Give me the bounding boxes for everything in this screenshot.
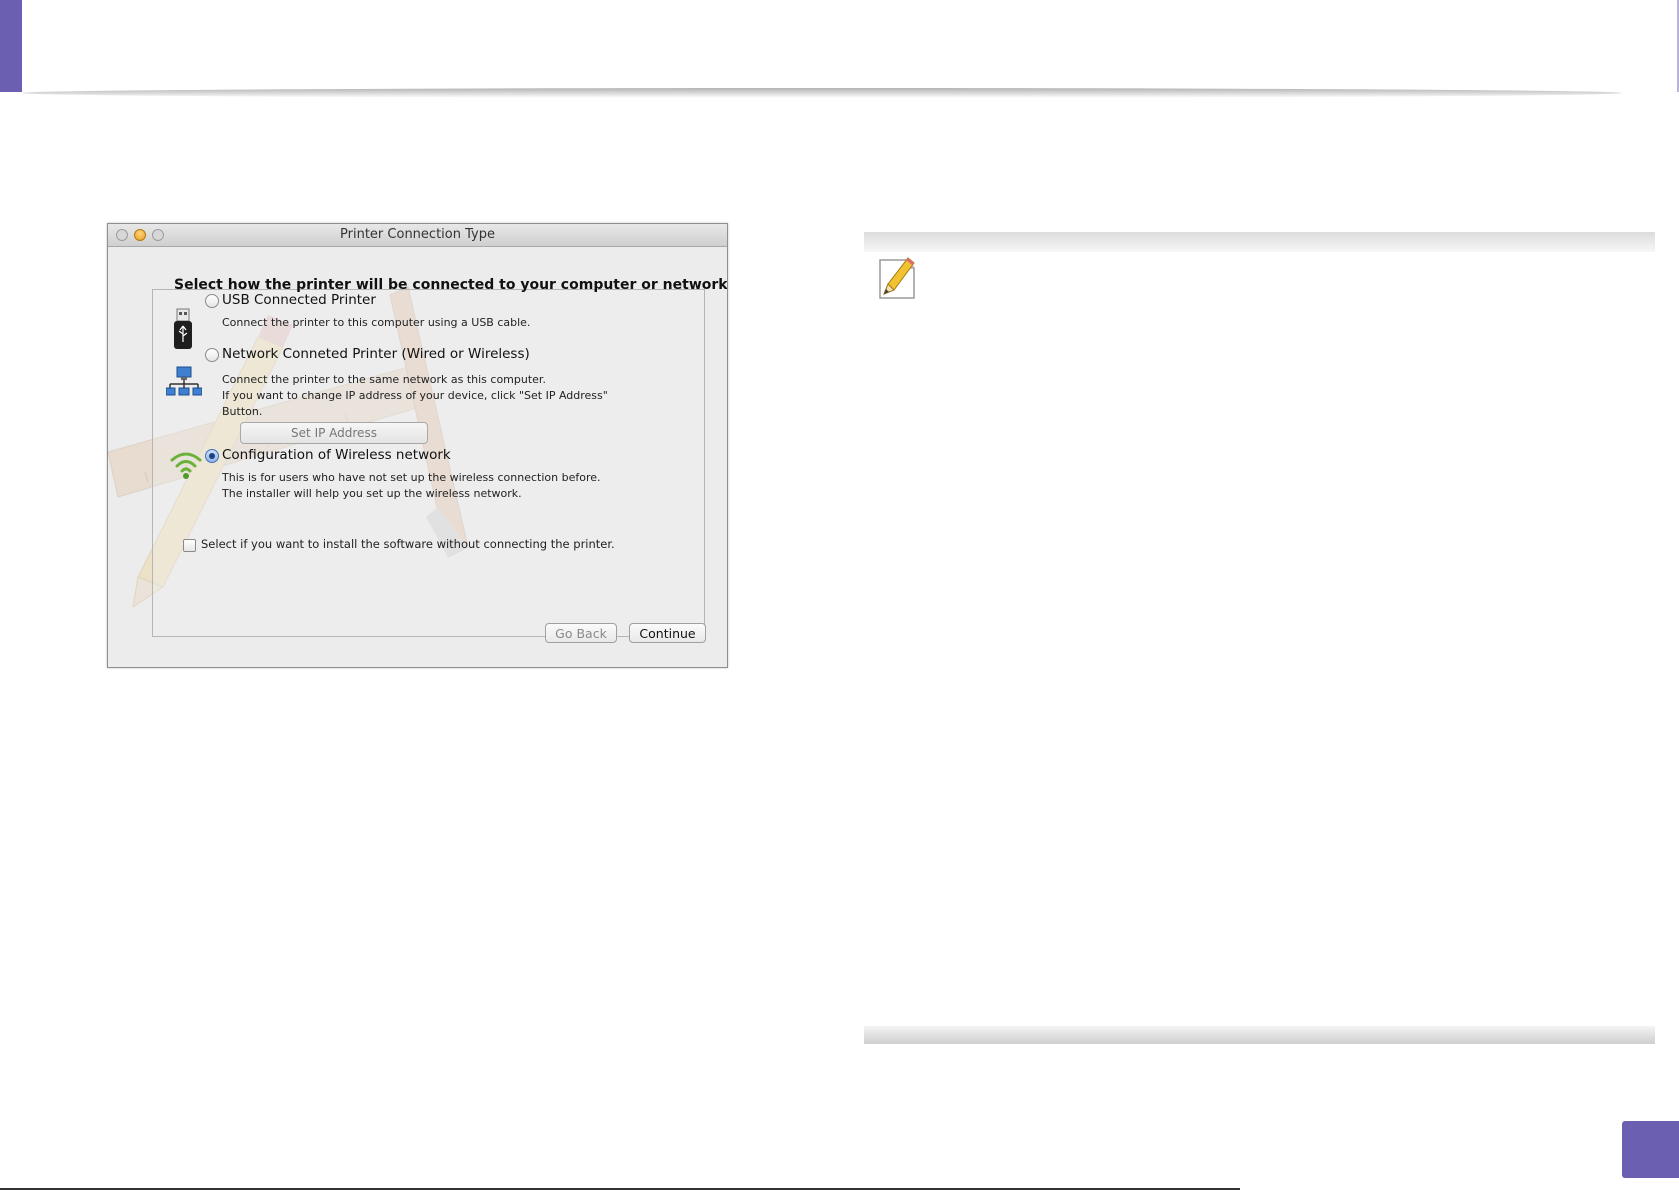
wifi-icon [170, 452, 202, 479]
usb-connected-printer-label: USB Connected Printer [222, 292, 376, 308]
network-option-description-line-3: Button. [222, 405, 263, 418]
configuration-wireless-network-label: Configuration of Wireless network [222, 447, 451, 463]
network-connected-printer-label: Network Conneted Printer (Wired or Wirel… [222, 346, 530, 362]
options-group-box [152, 289, 705, 637]
network-icon [166, 366, 202, 396]
usb-connected-printer-radio[interactable] [205, 294, 219, 308]
window-titlebar: Printer Connection Type [108, 224, 727, 247]
network-option-description-line-2: If you want to change IP address of your… [222, 389, 608, 402]
note-panel-top-bar [864, 232, 1655, 252]
usb-icon [174, 308, 192, 349]
wireless-option-description-line-2: The installer will help you set up the w… [222, 487, 522, 500]
install-without-printer-label: Select if you want to install the softwa… [201, 537, 615, 551]
go-back-button[interactable]: Go Back [545, 623, 617, 643]
window-title: Printer Connection Type [340, 227, 495, 242]
header-accent-bar [0, 0, 22, 92]
header-divider [22, 88, 1622, 98]
note-pencil-icon [879, 257, 915, 299]
wireless-option-description-line-1: This is for users who have not set up th… [222, 471, 601, 484]
dialog-heading: Select how the printer will be connected… [174, 277, 728, 293]
printer-connection-dialog: Printer Connection Type Select how the p… [107, 223, 728, 668]
network-connected-printer-radio[interactable] [205, 348, 219, 362]
install-without-printer-checkbox[interactable] [183, 539, 196, 552]
note-panel-bottom-bar [864, 1026, 1655, 1044]
configuration-wireless-network-radio[interactable] [205, 449, 219, 463]
page-number-tab [1622, 1121, 1679, 1178]
network-option-description-line-1: Connect the printer to the same network … [222, 373, 546, 386]
footer-rule [0, 1188, 1240, 1190]
note-panel [864, 232, 1655, 1044]
usb-option-description: Connect the printer to this computer usi… [222, 316, 531, 329]
continue-button[interactable]: Continue [629, 623, 706, 643]
set-ip-address-button[interactable]: Set IP Address [240, 422, 428, 444]
